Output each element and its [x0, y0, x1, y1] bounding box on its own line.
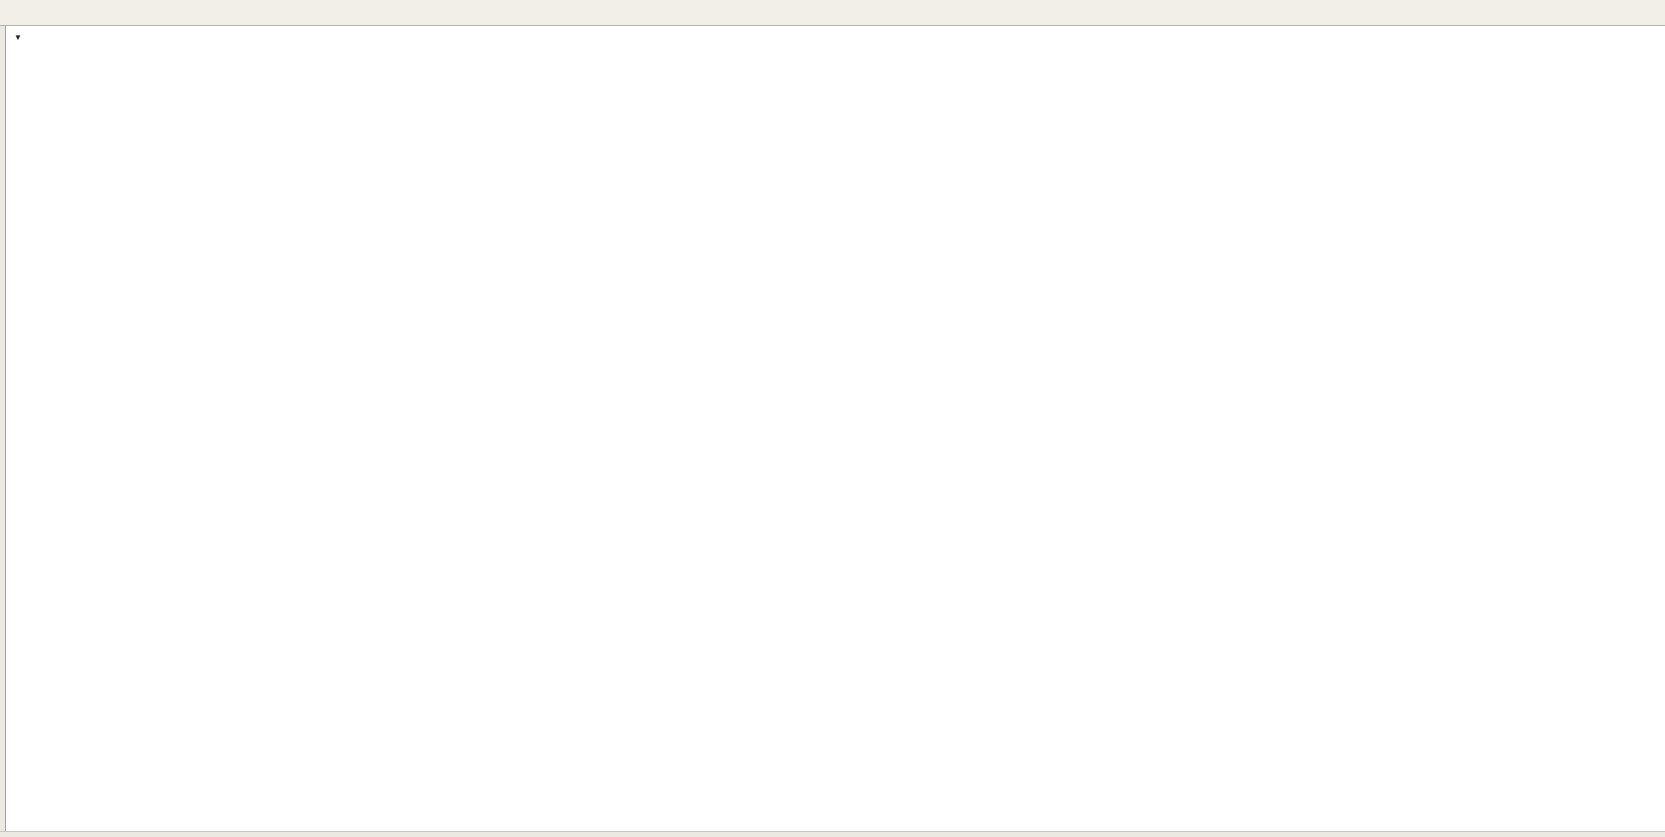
chart-canvas[interactable] — [0, 26, 1665, 837]
chart-title: ▼ — [14, 33, 34, 42]
mt4-terminal-window: ▼ — [0, 0, 1665, 837]
chart-collapse-icon[interactable]: ▼ — [14, 33, 22, 42]
main-toolbar — [0, 0, 1665, 26]
window-bottom-edge — [0, 831, 1665, 837]
